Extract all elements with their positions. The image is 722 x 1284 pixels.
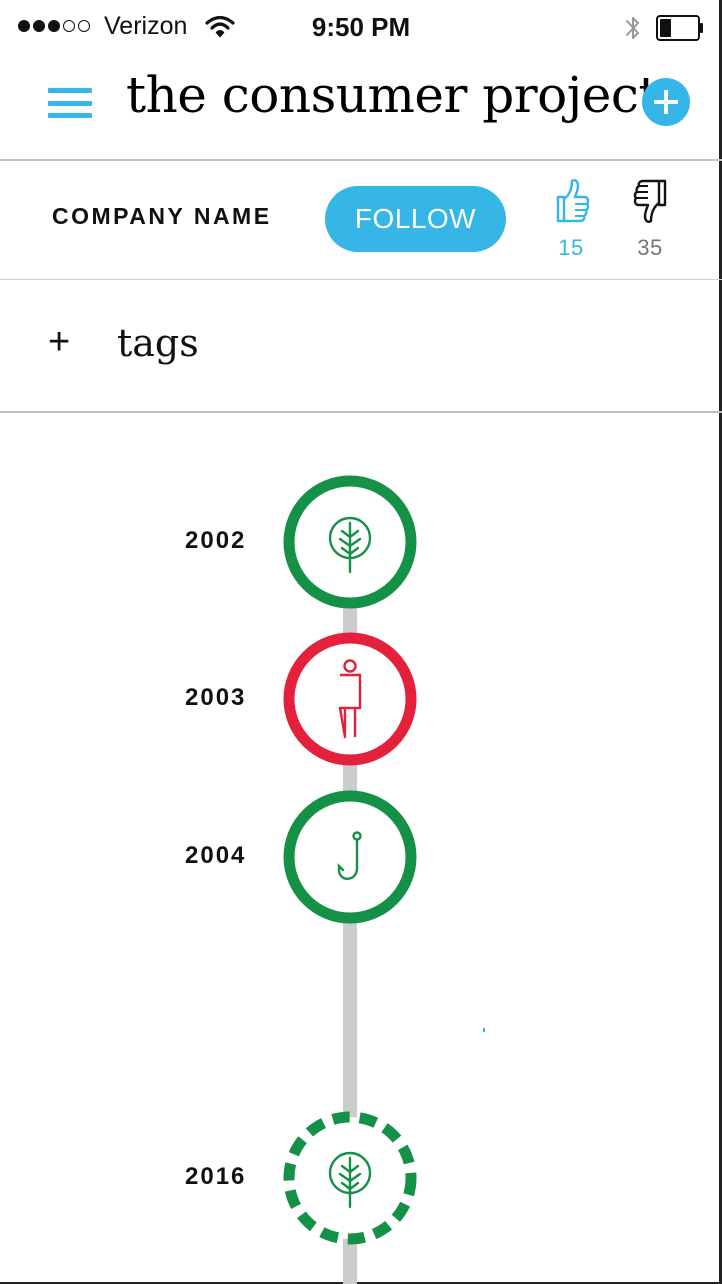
thumbs-up-icon [556, 179, 590, 223]
timeline-item-2003: 2003 [0, 630, 722, 770]
timeline-year: 2003 [185, 684, 247, 711]
company-name: COMPANY NAME [52, 203, 272, 229]
thumbs-down-count: 35 [637, 235, 663, 260]
thumbs-up-button[interactable]: 15 [541, 177, 601, 261]
timeline-year: 2004 [185, 842, 247, 869]
timeline-node[interactable] [281, 473, 419, 611]
bluetooth-icon [626, 17, 639, 39]
thumbs-up-count: 15 [558, 235, 584, 260]
app-title: the consumer project [126, 66, 658, 124]
add-tag-plus-icon: + [48, 321, 71, 363]
company-row: COMPANY NAME FOLLOW 15 35 [0, 161, 722, 280]
timeline-item-2002: 2002 [0, 473, 722, 613]
tags-label: tags [117, 321, 199, 365]
add-button-plus-icon[interactable] [642, 78, 690, 126]
hamburger-menu-icon[interactable] [48, 88, 92, 118]
follow-button[interactable]: FOLLOW [325, 186, 506, 252]
app-header: the consumer project [0, 56, 722, 161]
status-bar: Verizon 9:50 PM [0, 0, 722, 56]
status-time: 9:50 PM [311, 12, 411, 42]
timeline-item-2004: 2004 [0, 788, 722, 928]
timeline-node[interactable] [281, 630, 419, 768]
timeline-item-2016: 2016 [0, 1109, 722, 1249]
timeline-year: 2016 [185, 1163, 247, 1190]
add-tags-row[interactable]: + tags [0, 281, 722, 413]
timeline-year: 2002 [185, 527, 247, 554]
battery-icon [656, 15, 703, 41]
timeline-node[interactable] [281, 788, 419, 926]
artifact-dot [483, 1028, 485, 1032]
thumbs-down-icon [633, 179, 667, 223]
timeline-node-pending[interactable] [281, 1109, 419, 1247]
thumbs-down-button[interactable]: 35 [620, 177, 680, 261]
